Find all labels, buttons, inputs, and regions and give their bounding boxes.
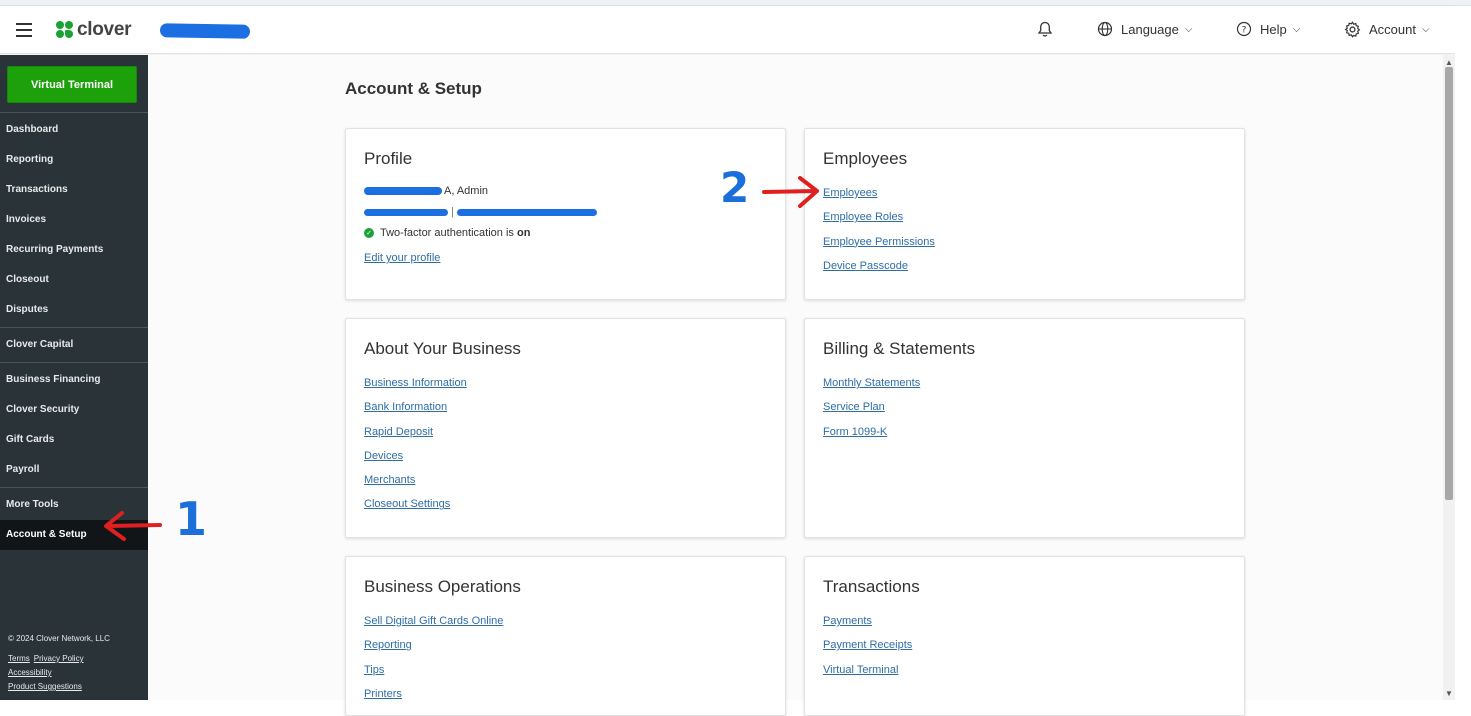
redacted-email [456,208,597,216]
rapid-deposit-link[interactable]: Rapid Deposit [364,420,767,444]
card-title: Employees [823,149,908,168]
card-title: Billing & Statements [823,339,976,358]
sidebar-item-clover-security[interactable]: Clover Security [0,395,148,425]
hamburger-icon[interactable] [16,23,32,37]
virtual-terminal-wrap: Virtual Terminal [0,55,148,113]
bank-information-link[interactable]: Bank Information [364,395,767,419]
scroll-up-arrow-icon[interactable]: ▲ [1445,58,1453,67]
card-title: Transactions [823,577,920,596]
sell-digital-gift-cards-link[interactable]: Sell Digital Gift Cards Online [364,609,767,633]
employees-card: Employees Employees Employee Roles Emplo… [804,128,1245,300]
billing-statements-card: Billing & Statements Monthly Statements … [804,318,1245,538]
card-title: Business Operations [364,577,521,596]
annotation-step-2: 2 [720,163,750,212]
product-suggestions-link[interactable]: Product Suggestions [8,682,82,691]
language-label: Language [1121,21,1179,37]
question-circle-icon: ? [1236,21,1252,37]
copyright-text: © 2024 Clover Network, LLC [8,634,110,643]
card-title: Profile [364,149,413,168]
merchants-link[interactable]: Merchants [364,468,767,492]
two-factor-status: ✓ Two-factor authentication is on [364,223,767,244]
virtual-terminal-button[interactable]: Virtual Terminal [7,66,137,103]
window-edge [1455,6,1471,700]
accessibility-link[interactable]: Accessibility [8,668,52,677]
business-operations-card: Business Operations Sell Digital Gift Ca… [345,556,786,716]
clover-logo[interactable]: clover [56,19,131,41]
globe-icon [1097,21,1113,37]
privacy-policy-link[interactable]: Privacy Policy [34,654,84,663]
svg-text:?: ? [1242,26,1247,36]
business-information-link[interactable]: Business Information [364,371,767,395]
sidebar-item-disputes[interactable]: Disputes [0,295,148,325]
redacted-name [364,187,442,196]
sidebar-footer: © 2024 Clover Network, LLC Terms Privacy … [8,632,110,694]
sidebar-item-clover-capital[interactable]: Clover Capital [0,330,148,360]
employee-roles-link[interactable]: Employee Roles [823,205,1226,229]
bell-icon [1037,21,1053,38]
nav-group-main: Dashboard Reporting Transactions Invoice… [0,113,148,328]
printers-link[interactable]: Printers [364,682,767,706]
scrollbar-thumb[interactable] [1445,67,1453,500]
terms-link[interactable]: Terms [8,654,30,663]
profile-name-line: A, Admin [364,181,767,202]
about-business-card: About Your Business Business Information… [345,318,786,538]
employees-link[interactable]: Employees [823,181,1226,205]
sidebar-item-closeout[interactable]: Closeout [0,265,148,295]
sidebar-item-transactions[interactable]: Transactions [0,175,148,205]
closeout-settings-link[interactable]: Closeout Settings [364,492,767,516]
account-menu[interactable]: Account ⌵ [1344,21,1430,38]
annotation-arrow-2 [762,176,819,208]
card-title: About Your Business [364,339,521,358]
virtual-terminal-link[interactable]: Virtual Terminal [823,658,1226,682]
chevron-down-icon: ⌵ [1184,23,1193,35]
profile-card: Profile A, Admin | ✓ Two-factor authentic… [345,128,786,300]
profile-role: A, Admin [444,185,489,197]
annotation-arrow-1 [104,511,162,541]
two-factor-text: Two-factor authentication is [380,227,514,239]
page-scrollbar[interactable]: ▲ ▼ [1443,55,1455,700]
edit-profile-link[interactable]: Edit your profile [364,246,767,270]
monthly-statements-link[interactable]: Monthly Statements [823,371,1226,395]
tips-link[interactable]: Tips [364,658,767,682]
nav-group-services: Business Financing Clover Security Gift … [0,363,148,488]
logo-text: clover [77,19,132,40]
gear-icon [1344,21,1361,38]
check-circle-icon: ✓ [364,228,374,239]
device-passcode-link[interactable]: Device Passcode [823,254,1226,278]
scroll-down-arrow-icon[interactable]: ▼ [1445,689,1453,698]
payment-receipts-link[interactable]: Payment Receipts [823,633,1226,657]
redacted-merchant-name [159,23,251,39]
form-1099k-link[interactable]: Form 1099-K [823,420,1226,444]
devices-link[interactable]: Devices [364,444,767,468]
nav-group-capital: Clover Capital [0,328,148,363]
payments-link[interactable]: Payments [823,609,1226,633]
service-plan-link[interactable]: Service Plan [823,395,1226,419]
sidebar-item-reporting[interactable]: Reporting [0,145,148,175]
account-label: Account [1369,22,1416,37]
help-label: Help [1260,21,1287,37]
profile-contact-line: | [364,202,767,223]
language-menu[interactable]: Language ⌵ [1097,21,1192,37]
page-title: Account & Setup [345,79,482,98]
employee-permissions-link[interactable]: Employee Permissions [823,230,1226,254]
sidebar-item-recurring-payments[interactable]: Recurring Payments [0,235,148,265]
chevron-down-icon: ⌵ [1421,24,1430,35]
help-menu[interactable]: ? Help ⌵ [1236,21,1300,37]
sidebar-item-gift-cards[interactable]: Gift Cards [0,425,148,455]
reporting-link[interactable]: Reporting [364,633,767,657]
annotation-step-1: 1 [175,492,208,546]
clover-leaf-icon [56,21,74,39]
sidebar-item-payroll[interactable]: Payroll [0,455,148,485]
sidebar-item-business-financing[interactable]: Business Financing [0,365,148,395]
chevron-down-icon: ⌵ [1292,23,1301,35]
sidebar: Virtual Terminal Dashboard Reporting Tra… [0,55,148,700]
sidebar-item-dashboard[interactable]: Dashboard [0,115,148,145]
transactions-card: Transactions Payments Payment Receipts V… [804,556,1245,716]
main-content: Account & Setup Profile A, Admin | ✓ Two-… [148,55,1443,716]
notifications-button[interactable] [1037,21,1061,38]
sidebar-item-invoices[interactable]: Invoices [0,205,148,235]
two-factor-state: on [516,227,531,239]
top-header: clover Language ⌵ ? Help ⌵ Account ⌵ [0,6,1455,54]
redacted-phone [364,208,448,216]
